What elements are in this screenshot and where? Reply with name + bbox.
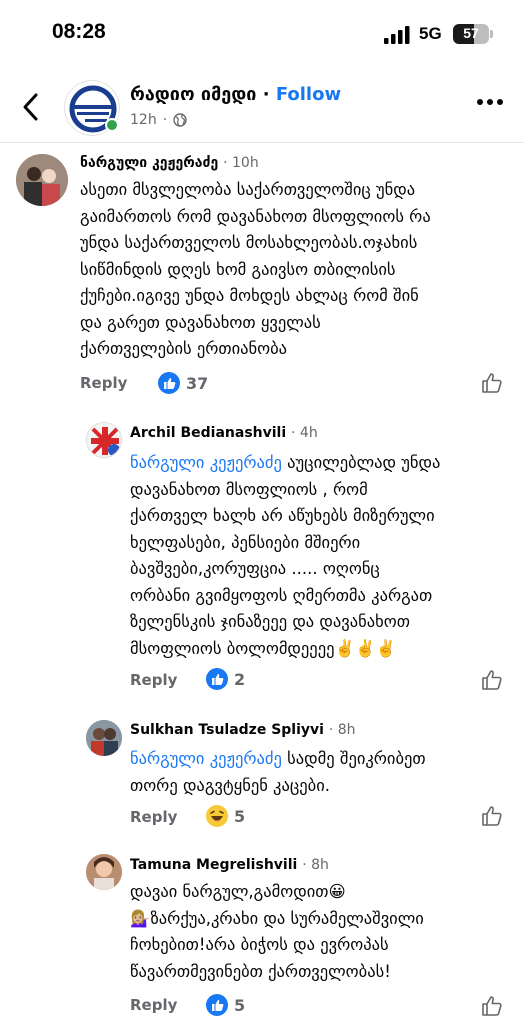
avatar[interactable]: [86, 422, 122, 458]
reaction-summary[interactable]: 5: [206, 994, 245, 1016]
avatar[interactable]: [16, 154, 68, 206]
avatar-flag-icon: [87, 423, 121, 457]
reaction-count: 5: [234, 806, 246, 826]
comment-author[interactable]: Sulkhan Tsuladze Spliyvi · 8h: [130, 722, 356, 738]
comment-time: · 4h: [291, 425, 318, 441]
post-age[interactable]: 12h: [130, 112, 157, 128]
comment-text: ასეთი მსვლელობა საქართველოშიც უნდა გაიმა…: [80, 180, 431, 358]
like-icon[interactable]: [481, 372, 503, 394]
comment-reply: Tamuna Megrelishvili · 8h დავაი ნარგულ,გ…: [0, 850, 524, 1024]
avatar[interactable]: [86, 720, 122, 756]
author-name[interactable]: Tamuna Megrelishvili: [130, 857, 297, 873]
comment-author[interactable]: ნარგული კეჟერაძე · 10h: [80, 155, 259, 171]
status-bar: 08:28 5G 57: [0, 0, 524, 70]
network-type: 5G: [419, 24, 442, 43]
header-divider: [0, 142, 524, 143]
comment-time: · 10h: [223, 155, 259, 171]
comment: ნარგული კეჟერაძე · 10h ასეთი მსვლელობა ს…: [0, 150, 524, 400]
author-name[interactable]: Sulkhan Tsuladze Spliyvi: [130, 722, 324, 738]
reaction-count: 37: [186, 373, 209, 393]
battery-level: 57: [463, 25, 479, 41]
like-icon[interactable]: [481, 669, 503, 691]
comment-time: · 8h: [302, 857, 329, 873]
reply-button[interactable]: Reply: [130, 808, 177, 826]
comment-reply: Archil Bedianashvili · 4h ნარგული კეჟერა…: [0, 418, 524, 698]
comment-reply: Sulkhan Tsuladze Spliyvi · 8h ნარგული კე…: [0, 716, 524, 836]
page-title-line: რადიო იმედი · Follow: [130, 84, 341, 105]
comment-text: ნარგული კეჟერაძე სადმე შეიკრიბეთ თორე და…: [130, 746, 520, 799]
reaction-count: 2: [234, 669, 246, 689]
reply-button[interactable]: Reply: [130, 671, 177, 689]
post-header: რადიო იმედი · Follow 12h ·: [0, 70, 524, 142]
battery-icon: 57: [453, 24, 489, 44]
haha-reaction-icon: [206, 805, 228, 827]
author-name[interactable]: Archil Bedianashvili: [130, 425, 286, 441]
globe-icon: [173, 113, 187, 127]
comment-time: · 8h: [328, 722, 356, 738]
battery-tip: [490, 30, 493, 38]
name-separator: ·: [262, 84, 270, 105]
reply-button[interactable]: Reply: [80, 374, 127, 392]
like-reaction-icon: [206, 994, 228, 1016]
like-icon[interactable]: [481, 995, 503, 1017]
comment-body: აუცილებლად უნდა დავანახოთ მსოფლიოს , რომ…: [130, 453, 441, 658]
more-options-icon[interactable]: [476, 98, 504, 106]
like-reaction-icon: [158, 372, 180, 394]
mention-link[interactable]: ნარგული კეჟერაძე: [130, 453, 282, 472]
post-meta: 12h ·: [130, 112, 187, 128]
online-status-dot: [105, 118, 119, 132]
reaction-summary[interactable]: 5: [206, 805, 245, 827]
avatar[interactable]: [86, 854, 122, 890]
back-arrow-icon[interactable]: [20, 92, 42, 122]
comment-author[interactable]: Archil Bedianashvili · 4h: [130, 425, 318, 441]
reaction-summary[interactable]: 37: [158, 372, 208, 394]
reaction-summary[interactable]: 2: [206, 668, 245, 690]
reply-button[interactable]: Reply: [130, 996, 177, 1014]
avatar-photo-icon: [86, 720, 122, 756]
avatar-photo-icon: [86, 854, 122, 890]
status-time: 08:28: [52, 20, 106, 43]
like-icon[interactable]: [481, 805, 503, 827]
avatar-photo-icon: [16, 154, 68, 206]
comment-text: დავაი ნარგულ,გამოდით😀 💁🏼‍♀️ზარქუა,კრახი …: [130, 882, 424, 981]
page-name[interactable]: რადიო იმედი: [130, 84, 256, 105]
comment-text: ნარგული კეჟერაძე აუცილებლად უნდა დავანახ…: [130, 450, 520, 662]
like-reaction-icon: [206, 668, 228, 690]
mention-link[interactable]: ნარგული კეჟერაძე: [130, 749, 282, 768]
comment-author[interactable]: Tamuna Megrelishvili · 8h: [130, 857, 329, 873]
cellular-signal-icon: [384, 26, 410, 44]
author-name[interactable]: ნარგული კეჟერაძე: [80, 155, 218, 171]
reaction-count: 5: [234, 995, 246, 1015]
follow-button[interactable]: Follow: [276, 84, 341, 105]
